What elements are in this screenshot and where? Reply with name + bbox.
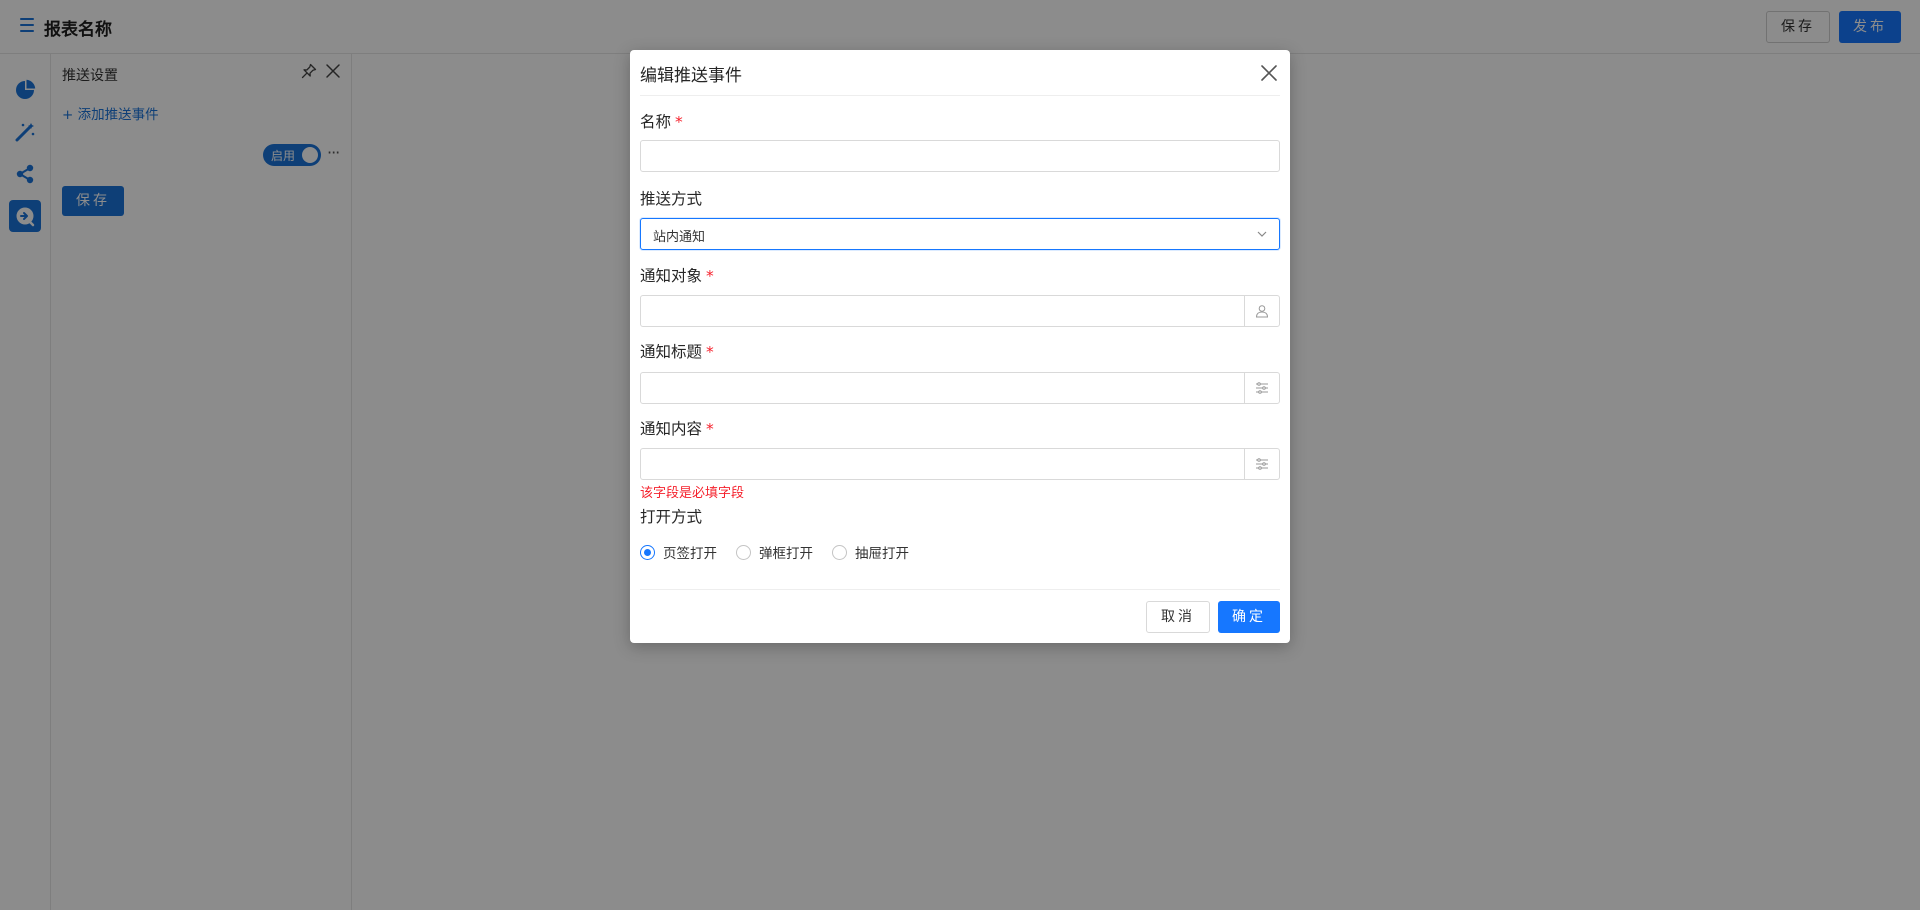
radio-label: 抽屉打开 [855, 546, 909, 562]
content-error-message: 该字段是必填字段 [640, 486, 745, 501]
notify-title-input[interactable] [640, 372, 1280, 404]
radio-label: 弹框打开 [759, 546, 813, 562]
select-user-button[interactable] [1244, 296, 1279, 326]
required-mark: * [675, 113, 683, 131]
radio-label: 页签打开 [663, 546, 717, 562]
radio-drawer-open[interactable]: 抽屉打开 [832, 542, 909, 562]
user-icon [1255, 305, 1269, 318]
radio-dialog-open[interactable]: 弹框打开 [736, 542, 813, 562]
target-label-text: 通知对象 [640, 267, 703, 285]
confirm-button[interactable]: 确定 [1218, 601, 1280, 633]
radio-tab-open[interactable]: 页签打开 [640, 542, 717, 562]
radio-circle [640, 544, 655, 560]
required-mark: * [706, 267, 714, 285]
divider [640, 589, 1280, 590]
open-mode-label: 打开方式 [640, 508, 703, 526]
dialog-title: 编辑推送事件 [640, 66, 742, 86]
content-settings-button[interactable] [1244, 449, 1279, 479]
notify-content-input[interactable] [640, 448, 1280, 480]
name-label-text: 名称 [640, 113, 672, 131]
target-input[interactable] [640, 295, 1280, 327]
push-method-value: 站内通知 [653, 230, 706, 245]
cancel-button[interactable]: 取消 [1146, 601, 1210, 633]
name-input[interactable] [640, 140, 1280, 172]
push-method-select[interactable]: 站内通知 [640, 218, 1280, 250]
notify-content-label-text: 通知内容 [640, 420, 703, 438]
name-field-label: 名称 * [640, 110, 683, 132]
chevron-down-icon [1257, 231, 1267, 237]
target-field-label: 通知对象 * [640, 264, 714, 286]
push-method-label: 推送方式 [640, 190, 703, 208]
edit-push-event-dialog: 编辑推送事件 名称 * 推送方式 站内通知 通知对象 * 通知标题 * 通知内容… [630, 50, 1290, 643]
notify-title-field-label: 通知标题 * [640, 340, 714, 362]
notify-title-label-text: 通知标题 [640, 343, 703, 361]
close-icon[interactable] [1259, 63, 1279, 83]
title-settings-button[interactable] [1244, 373, 1279, 403]
divider [640, 95, 1280, 96]
radio-circle [736, 544, 751, 560]
sliders-icon [1256, 382, 1268, 394]
required-mark: * [706, 343, 714, 361]
notify-content-field-label: 通知内容 * [640, 417, 714, 439]
radio-circle [832, 544, 847, 560]
required-mark: * [706, 420, 714, 438]
sliders-icon [1256, 458, 1268, 470]
